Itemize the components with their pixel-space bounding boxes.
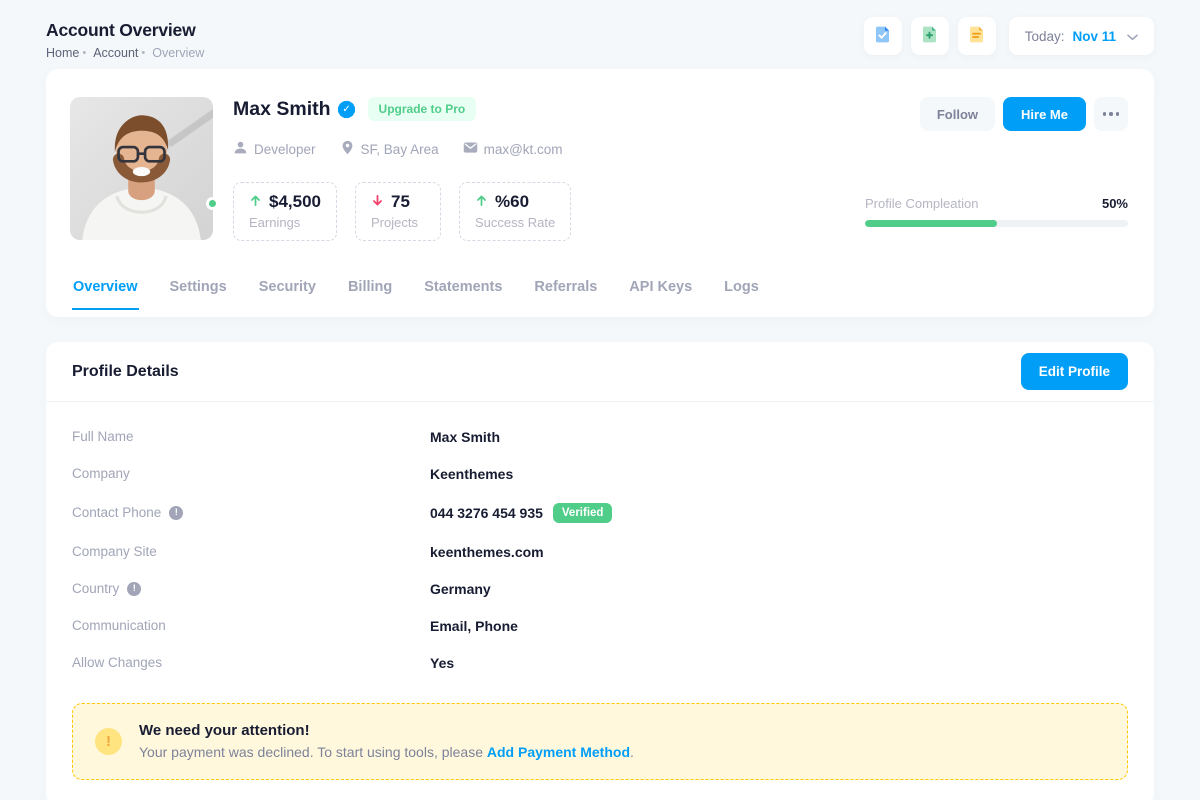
profile-actions: Follow Hire Me bbox=[920, 97, 1128, 131]
tab-settings[interactable]: Settings bbox=[169, 279, 228, 310]
detail-row-allow-changes: Allow Changes Yes bbox=[72, 644, 1128, 681]
stat-value: 75 bbox=[391, 192, 410, 212]
stat-value: %60 bbox=[495, 192, 529, 212]
notice-text: We need your attention! Your payment was… bbox=[139, 722, 634, 760]
avatar bbox=[70, 97, 213, 240]
avatar-photo bbox=[70, 97, 213, 240]
location-pin-icon bbox=[340, 140, 355, 158]
upgrade-to-pro-badge[interactable]: Upgrade to Pro bbox=[368, 97, 477, 121]
page-title: Account Overview bbox=[46, 20, 204, 41]
attention-notice: ! We need your attention! Your payment w… bbox=[72, 703, 1128, 780]
file-lines-button[interactable] bbox=[958, 17, 996, 55]
profile-tabs: Overview Settings Security Billing State… bbox=[46, 279, 1154, 310]
progress-bar bbox=[865, 220, 1128, 227]
meta-role[interactable]: Developer bbox=[233, 140, 316, 158]
arrow-up-icon bbox=[249, 192, 262, 212]
tab-statements[interactable]: Statements bbox=[423, 279, 503, 310]
file-check-button[interactable] bbox=[864, 17, 902, 55]
envelope-icon bbox=[463, 140, 478, 158]
progress-label: Profile Compleation bbox=[865, 196, 978, 211]
tab-logs[interactable]: Logs bbox=[723, 279, 760, 310]
profile-completion: Profile Compleation 50% bbox=[865, 196, 1128, 227]
info-circle-icon[interactable]: ! bbox=[127, 582, 141, 596]
stat-value: $4,500 bbox=[269, 192, 321, 212]
notice-body: Your payment was declined. To start usin… bbox=[139, 744, 634, 760]
toolbar-titles: Account Overview Home • Account • Overvi… bbox=[46, 14, 204, 60]
verified-seal-icon: ✓ bbox=[338, 100, 356, 118]
breadcrumb-home[interactable]: Home bbox=[46, 46, 79, 60]
detail-row-full-name: Full Name Max Smith bbox=[72, 418, 1128, 455]
tab-overview[interactable]: Overview bbox=[72, 279, 139, 310]
notice-title: We need your attention! bbox=[139, 722, 634, 739]
follow-button[interactable]: Follow bbox=[920, 97, 995, 131]
file-check-icon bbox=[873, 25, 892, 47]
breadcrumb-current: Overview bbox=[152, 46, 204, 60]
stat-success-rate: %60 Success Rate bbox=[459, 182, 571, 241]
profile-summary-card: Max Smith ✓ Upgrade to Pro Follow Hire M… bbox=[46, 69, 1154, 317]
chevron-down-icon bbox=[1124, 29, 1138, 44]
breadcrumb-account[interactable]: Account bbox=[93, 46, 138, 60]
file-lines-icon bbox=[967, 25, 986, 47]
date-picker-button[interactable]: Today: Nov 11 bbox=[1009, 17, 1154, 55]
today-label: Today: bbox=[1025, 29, 1065, 44]
stat-projects: 75 Projects bbox=[355, 182, 441, 241]
person-icon bbox=[233, 140, 248, 158]
progress-bar-fill bbox=[865, 220, 997, 227]
stat-label: Earnings bbox=[249, 215, 321, 230]
detail-row-company-site: Company Site keenthemes.com bbox=[72, 533, 1128, 570]
info-circle-icon[interactable]: ! bbox=[169, 506, 183, 520]
add-payment-method-link[interactable]: Add Payment Method bbox=[487, 744, 630, 760]
verified-badge: Verified bbox=[553, 503, 613, 523]
stat-label: Success Rate bbox=[475, 215, 555, 230]
toolbar: Account Overview Home • Account • Overvi… bbox=[46, 14, 1154, 60]
breadcrumb-separator: • bbox=[141, 47, 145, 59]
more-options-button[interactable] bbox=[1094, 97, 1128, 131]
progress-value: 50% bbox=[1102, 196, 1128, 211]
card-header: Profile Details Edit Profile bbox=[46, 342, 1154, 402]
tab-security[interactable]: Security bbox=[258, 279, 317, 310]
detail-row-country: Country ! Germany bbox=[72, 570, 1128, 607]
account-overview-page: Account Overview Home • Account • Overvi… bbox=[0, 0, 1200, 800]
card-title: Profile Details bbox=[72, 363, 179, 381]
stat-label: Projects bbox=[371, 215, 425, 230]
tab-referrals[interactable]: Referrals bbox=[533, 279, 598, 310]
tab-api-keys[interactable]: API Keys bbox=[628, 279, 693, 310]
arrow-down-icon bbox=[371, 192, 384, 212]
profile-stats: $4,500 Earnings 75 Projects bbox=[233, 182, 571, 241]
profile-meta: Developer SF, Bay Area max@kt.com bbox=[233, 140, 1128, 158]
profile-details-card: Profile Details Edit Profile Full Name M… bbox=[46, 342, 1154, 800]
meta-location[interactable]: SF, Bay Area bbox=[340, 140, 439, 158]
file-plus-button[interactable] bbox=[911, 17, 949, 55]
meta-email[interactable]: max@kt.com bbox=[463, 140, 563, 158]
toolbar-actions: Today: Nov 11 bbox=[864, 17, 1154, 55]
detail-row-company: Company Keenthemes bbox=[72, 455, 1128, 492]
detail-row-communication: Communication Email, Phone bbox=[72, 607, 1128, 644]
exclamation-circle-icon: ! bbox=[95, 728, 122, 755]
detail-row-contact-phone: Contact Phone ! 044 3276 454 935 Verifie… bbox=[72, 492, 1128, 533]
detail-rows: Full Name Max Smith Company Keenthemes C… bbox=[46, 402, 1154, 681]
tab-billing[interactable]: Billing bbox=[347, 279, 393, 310]
breadcrumb: Home • Account • Overview bbox=[46, 46, 204, 60]
edit-profile-button[interactable]: Edit Profile bbox=[1021, 353, 1128, 390]
breadcrumb-separator: • bbox=[82, 47, 86, 59]
profile-name[interactable]: Max Smith bbox=[233, 98, 331, 121]
online-status-dot bbox=[206, 197, 219, 210]
hire-me-button[interactable]: Hire Me bbox=[1003, 97, 1086, 131]
file-plus-icon bbox=[920, 25, 939, 47]
arrow-up-icon bbox=[475, 192, 488, 212]
today-value: Nov 11 bbox=[1072, 29, 1116, 44]
stat-earnings: $4,500 Earnings bbox=[233, 182, 337, 241]
